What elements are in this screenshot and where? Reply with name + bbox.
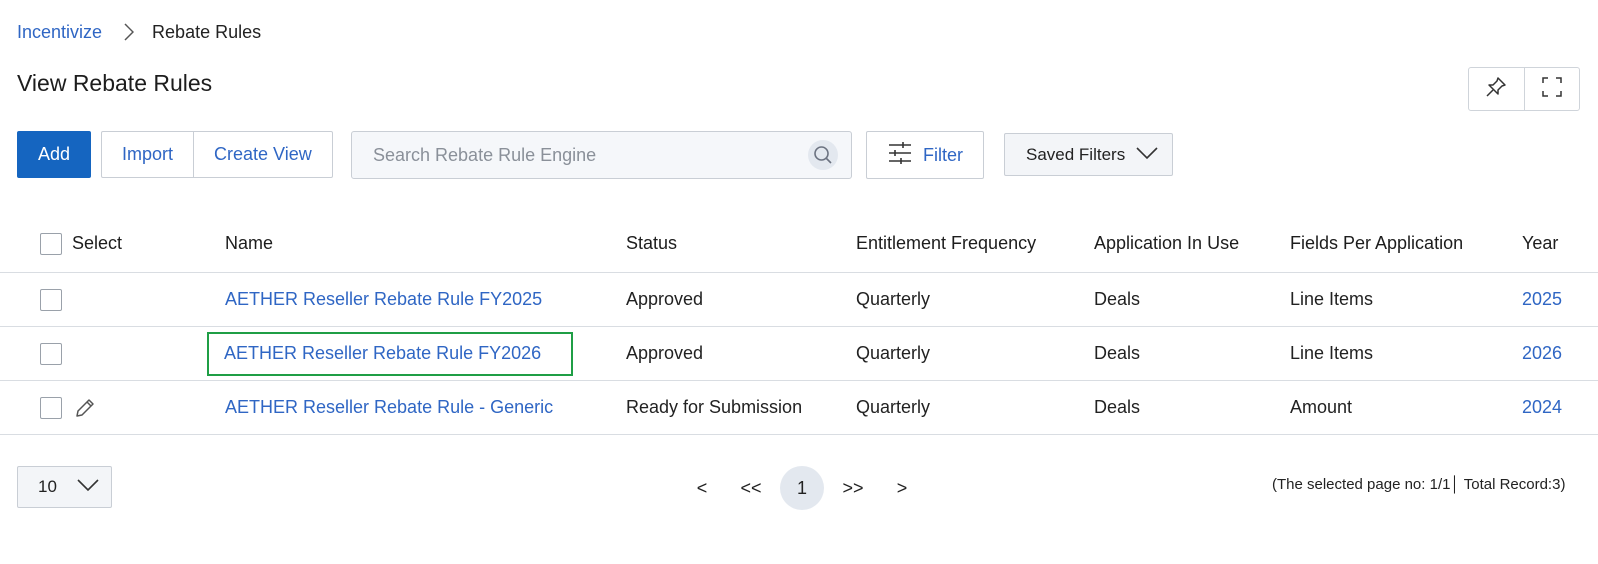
header-year[interactable]: Year <box>1522 215 1558 272</box>
row-application: Deals <box>1094 343 1141 363</box>
row-name: AETHER Reseller Rebate Rule - Generic <box>225 381 553 434</box>
action-button-group: Import Create View <box>101 131 333 178</box>
pencil-icon[interactable] <box>74 397 96 419</box>
row-fields: Line Items <box>1290 343 1374 363</box>
rule-name-link[interactable]: AETHER Reseller Rebate Rule FY2025 <box>225 289 542 310</box>
header-name[interactable]: Name <box>225 215 273 272</box>
add-button[interactable]: Add <box>17 131 91 178</box>
view-tools <box>1468 67 1580 111</box>
import-button[interactable]: Import <box>102 132 193 177</box>
fullscreen-icon <box>1541 76 1563 103</box>
breadcrumb-current: Rebate Rules <box>152 21 262 42</box>
chevron-right-icon <box>124 23 135 41</box>
year-link[interactable]: 2025 <box>1522 289 1562 310</box>
table-row: AETHER Reseller Rebate Rule FY2025 Appro… <box>0 273 1598 327</box>
row-fields: Line Items <box>1290 289 1374 309</box>
pin-button[interactable] <box>1469 68 1524 110</box>
header-select: Select <box>40 215 122 272</box>
row-checkbox[interactable] <box>40 288 62 311</box>
chevron-down-icon <box>77 477 99 497</box>
rebate-rules-table: Select Name Status Entitlement Frequency… <box>0 215 1598 435</box>
row-year: 2025 <box>1522 273 1562 326</box>
row-select <box>40 327 62 380</box>
search-input[interactable] <box>352 132 808 178</box>
table-header-row: Select Name Status Entitlement Frequency… <box>0 215 1598 273</box>
saved-filters-dropdown[interactable]: Saved Filters <box>1004 133 1173 176</box>
filter-label: Filter <box>923 144 963 165</box>
row-fields: Amount <box>1290 397 1353 417</box>
row-checkbox[interactable] <box>40 342 62 365</box>
header-fields-per-application[interactable]: Fields Per Application <box>1290 215 1463 272</box>
row-checkbox[interactable] <box>40 396 62 419</box>
header-entitlement-frequency[interactable]: Entitlement Frequency <box>856 215 1036 272</box>
row-status: Ready for Submission <box>626 397 803 417</box>
highlighted-name-box: AETHER Reseller Rebate Rule FY2026 <box>207 331 573 376</box>
row-year: 2024 <box>1522 381 1562 434</box>
prev-page-button[interactable]: < <box>680 466 724 510</box>
row-name: AETHER Reseller Rebate Rule FY2026 <box>207 327 573 380</box>
year-link[interactable]: 2026 <box>1522 343 1562 364</box>
rule-name-link[interactable]: AETHER Reseller Rebate Rule FY2026 <box>224 343 541 364</box>
search-box <box>351 131 852 179</box>
row-frequency: Quarterly <box>856 343 931 363</box>
row-frequency: Quarterly <box>856 397 931 417</box>
select-all-checkbox[interactable] <box>40 232 62 255</box>
breadcrumb: Incentivize Rebate Rules <box>17 20 261 44</box>
pin-icon <box>1485 76 1507 103</box>
filter-button[interactable]: Filter <box>866 131 984 179</box>
sliders-icon <box>887 141 913 170</box>
year-link[interactable]: 2024 <box>1522 397 1562 418</box>
search-icon[interactable] <box>808 140 838 170</box>
pagination: < << 1 >> > <box>680 466 924 510</box>
header-status[interactable]: Status <box>626 215 677 272</box>
page-title: View Rebate Rules <box>17 70 213 96</box>
first-page-button[interactable]: << <box>724 466 778 510</box>
row-status: Approved <box>626 289 704 309</box>
create-view-button[interactable]: Create View <box>193 132 332 177</box>
page-size-value: 10 <box>38 477 57 496</box>
table-row: AETHER Reseller Rebate Rule FY2026 Appro… <box>0 327 1598 381</box>
row-select <box>40 273 62 326</box>
row-application: Deals <box>1094 397 1141 417</box>
saved-filters-label: Saved Filters <box>1026 144 1126 164</box>
last-page-button[interactable]: >> <box>826 466 880 510</box>
row-status: Approved <box>626 343 704 363</box>
chevron-down-icon <box>1136 145 1158 165</box>
fullscreen-button[interactable] <box>1523 68 1580 110</box>
next-page-button[interactable]: > <box>880 466 924 510</box>
table-row: AETHER Reseller Rebate Rule - Generic Re… <box>0 381 1598 435</box>
header-application-in-use[interactable]: Application In Use <box>1094 215 1239 272</box>
page-size-select[interactable]: 10 <box>17 466 112 508</box>
row-application: Deals <box>1094 289 1141 309</box>
page-1-button[interactable]: 1 <box>780 466 824 510</box>
breadcrumb-link-incentivize[interactable]: Incentivize <box>17 22 102 43</box>
row-name: AETHER Reseller Rebate Rule FY2025 <box>225 273 542 326</box>
rule-name-link[interactable]: AETHER Reseller Rebate Rule - Generic <box>225 397 553 418</box>
header-select-label: Select <box>72 233 123 253</box>
row-select <box>40 381 96 434</box>
row-year: 2026 <box>1522 327 1562 380</box>
page-info: (The selected page no: 1/1│ Total Record… <box>1272 476 1566 493</box>
row-frequency: Quarterly <box>856 289 931 309</box>
